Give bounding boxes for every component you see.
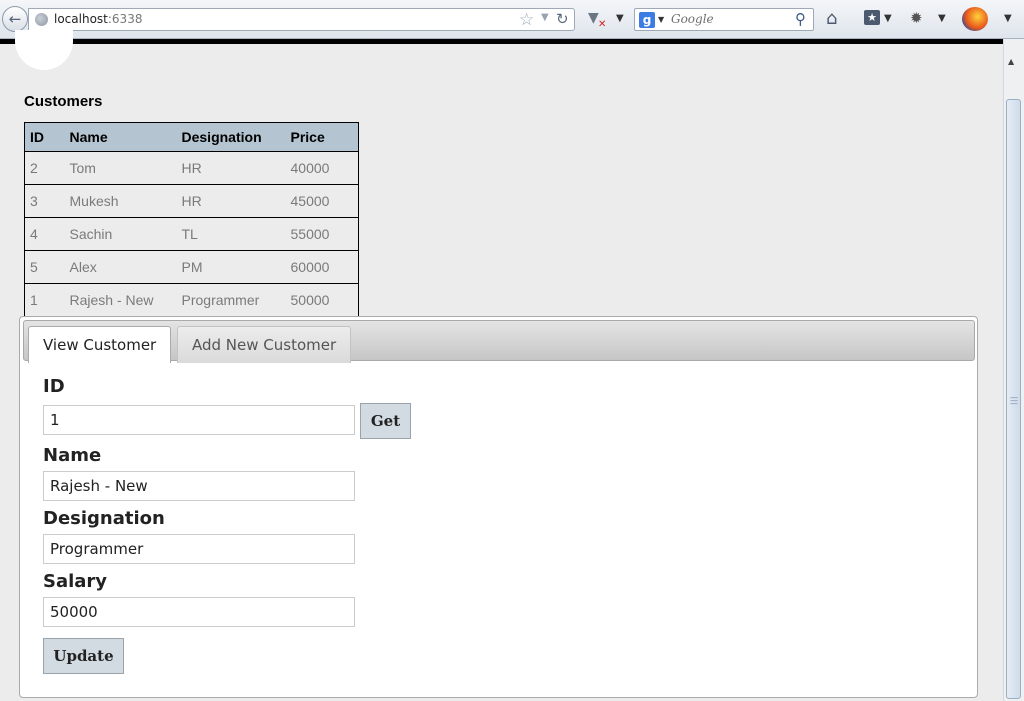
back-button[interactable]: ← [2,6,28,32]
cell-price: 45000 [285,184,359,218]
download-cancel-icon: ✕ [598,19,607,30]
addon-icon[interactable]: ✹ [910,9,923,27]
tab-bar: View Customer Add New Customer [23,320,975,363]
table-row: 4 Sachin TL 55000 [24,217,359,251]
update-button[interactable]: Update [43,638,124,674]
tab-add-new-customer[interactable]: Add New Customer [177,326,352,363]
search-icon[interactable]: ⚲ [795,10,806,28]
name-input[interactable] [43,471,355,501]
search-placeholder: Google [671,12,714,26]
table-row: 2 Tom HR 40000 [24,151,359,185]
cell-name: Sachin [64,217,177,251]
get-button[interactable]: Get [360,403,411,439]
table-row: 1 Rajesh - New Programmer 50000 [24,283,359,317]
cell-price: 40000 [285,151,359,185]
name-label: Name [43,445,102,466]
table-header-row: ID Name Designation Price [24,122,359,152]
url-text: localhost:6338 [54,12,143,26]
id-input[interactable] [43,405,355,435]
globe-icon [35,13,48,26]
cell-designation: TL [176,217,286,251]
address-bar[interactable]: localhost:6338 ☆ ▼ ↻ [28,8,575,31]
firefox-icon[interactable] [962,7,988,31]
cell-designation: PM [176,250,286,284]
customers-table: ID Name Designation Price 2 Tom HR 40000… [24,122,359,317]
cell-name: Rajesh - New [64,283,177,317]
bookmark-star-icon[interactable]: ☆ [519,10,534,30]
bookmarks-icon[interactable]: ★ [864,10,880,25]
addon-menu-arrow-icon[interactable]: ▼ [938,13,946,24]
designation-label: Designation [43,508,165,529]
customer-tabs-panel: View Customer Add New Customer ID Get Na… [19,316,978,698]
download-menu-arrow-icon[interactable]: ▼ [616,13,624,24]
scroll-thumb[interactable]: — — — [1006,99,1021,699]
column-header-name: Name [64,122,177,152]
cell-designation: Programmer [176,283,286,317]
reload-icon[interactable]: ↻ [556,10,569,28]
cell-name: Alex [64,250,177,284]
scroll-up-icon[interactable]: ▲ [1008,57,1014,66]
cell-designation: HR [176,184,286,218]
column-header-price: Price [285,122,359,152]
cell-id: 4 [24,217,65,251]
cell-price: 60000 [285,250,359,284]
cell-id: 2 [24,151,65,185]
table-row: 3 Mukesh HR 45000 [24,184,359,218]
bookmarks-menu-arrow-icon[interactable]: ▼ [884,13,892,24]
cell-name: Tom [64,151,177,185]
browser-toolbar: ← localhost:6338 ☆ ▼ ↻ ▼ ✕ ▼ g ▼ Google … [0,0,1024,39]
logo-circle [15,30,73,70]
firefox-menu-arrow-icon[interactable]: ▼ [1004,13,1012,24]
column-header-designation: Designation [176,122,286,152]
search-bar[interactable]: g ▼ Google ⚲ [634,8,814,31]
grip-icon: — — — [1010,393,1018,408]
column-header-id: ID [24,122,65,152]
page-title: Customers [24,93,103,110]
cell-id: 3 [24,184,65,218]
home-icon[interactable]: ⌂ [826,8,837,29]
cell-price: 55000 [285,217,359,251]
id-label: ID [43,376,65,397]
url-dropdown-icon[interactable]: ▼ [541,12,549,23]
salary-label: Salary [43,571,108,592]
back-arrow-icon: ← [8,10,22,28]
cell-price: 50000 [285,283,359,317]
search-engine-arrow-icon[interactable]: ▼ [658,15,664,24]
cell-id: 1 [24,283,65,317]
cell-designation: HR [176,151,286,185]
table-row: 5 Alex PM 60000 [24,250,359,284]
cell-name: Mukesh [64,184,177,218]
designation-input[interactable] [43,534,355,564]
cell-id: 5 [24,250,65,284]
vertical-scrollbar[interactable]: ▲ — — — [1003,39,1024,701]
google-icon[interactable]: g [639,12,655,28]
salary-input[interactable] [43,597,355,627]
header-black-bar [0,39,1003,44]
tab-view-customer[interactable]: View Customer [28,326,172,363]
